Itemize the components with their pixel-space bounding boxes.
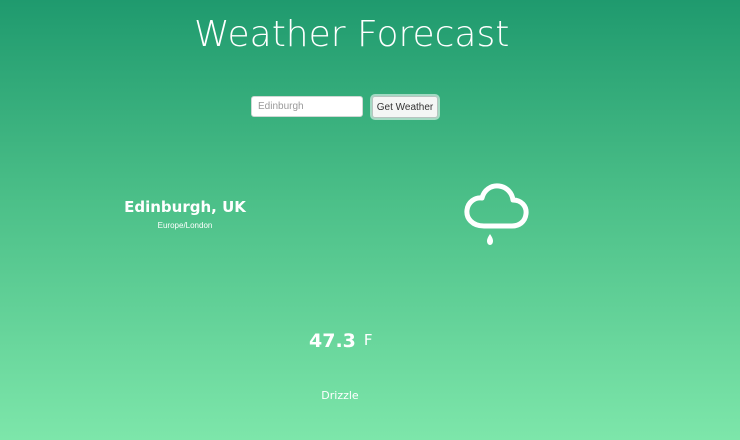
weather-condition: Drizzle [321, 389, 359, 402]
get-weather-button[interactable]: Get Weather [372, 96, 438, 118]
timezone-label: Europe/London [157, 221, 213, 230]
location-info: Edinburgh, UK Europe/London [112, 198, 258, 230]
temperature-value: 47.3 [309, 330, 356, 352]
cloud-drizzle-icon [462, 182, 530, 248]
temperature-unit: F [363, 331, 373, 349]
city-search-input[interactable] [251, 96, 363, 117]
temperature-display: 47.3 F [309, 330, 373, 352]
location-name: Edinburgh, UK [124, 198, 246, 216]
page-title: Weather Forecast [194, 14, 510, 55]
